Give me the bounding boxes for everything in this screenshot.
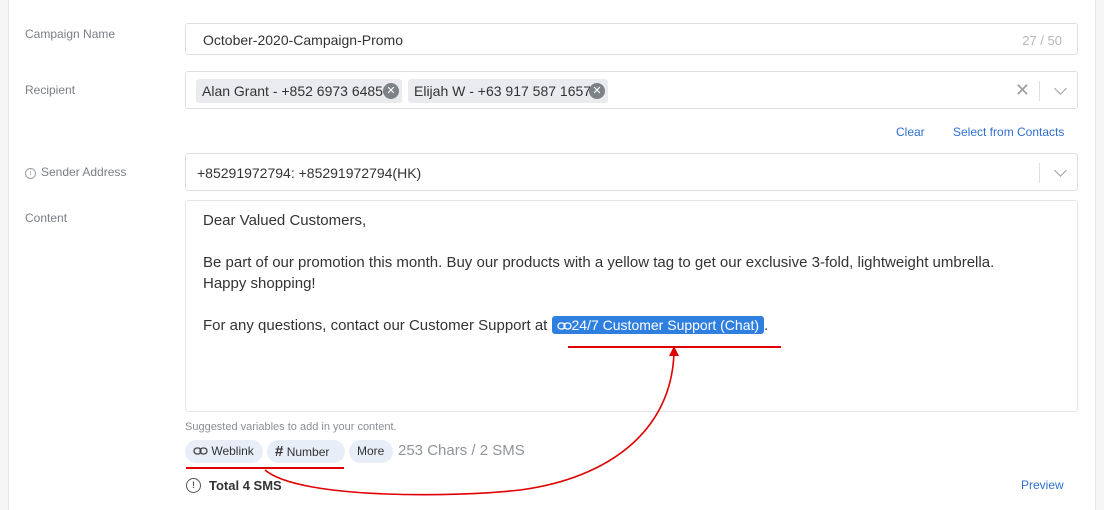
annotation-arrow bbox=[264, 351, 675, 496]
annotation-overlay bbox=[186, 346, 781, 496]
